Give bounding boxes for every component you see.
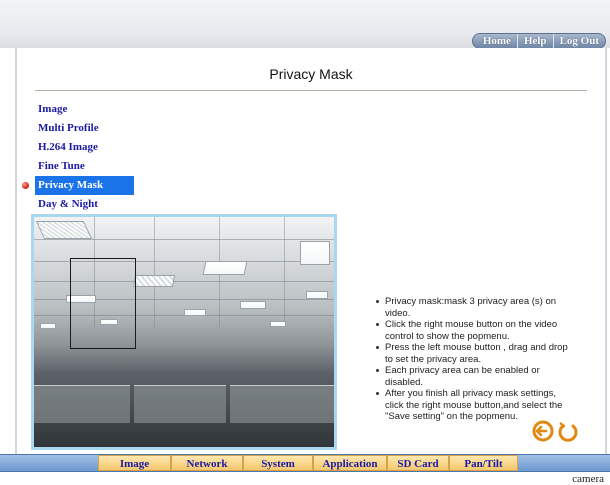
ceiling-grid-line: [34, 239, 334, 240]
active-bullet-icon: [22, 182, 29, 189]
content-frame: Privacy Mask Image Multi Profile H.264 I…: [15, 48, 607, 456]
ceiling-light: [300, 241, 330, 265]
submenu: Image Multi Profile H.264 Image Fine Tun…: [22, 100, 134, 214]
top-links: Home Help Log Out: [471, 33, 606, 49]
privacy-mask-area[interactable]: [70, 258, 136, 349]
instruction-item: Click the right mouse button on the vide…: [375, 319, 575, 342]
office-partition: [230, 385, 334, 423]
tab-network[interactable]: Network: [171, 455, 243, 471]
submenu-item-privacy-mask[interactable]: Privacy Mask: [22, 176, 134, 195]
ceiling-light: [184, 309, 206, 316]
ceiling-light: [270, 321, 286, 327]
home-link[interactable]: Home: [473, 34, 517, 48]
back-arrow-icon[interactable]: [532, 420, 554, 442]
footer: [0, 472, 610, 485]
bottom-nav: Image Network System Application SD Card…: [98, 455, 518, 471]
ceiling-grid-line: [154, 217, 155, 327]
page: Home Help Log Out Privacy Mask Image Mul…: [0, 0, 610, 485]
ceiling-grid-line: [284, 217, 285, 327]
office-partition: [34, 385, 130, 423]
camera-video-feed[interactable]: [34, 217, 334, 447]
submenu-item-label: Privacy Mask: [38, 179, 104, 191]
help-link[interactable]: Help: [516, 34, 553, 48]
title-divider: [35, 90, 587, 91]
office-partition: [134, 385, 226, 423]
ceiling-light: [202, 261, 248, 275]
logout-link[interactable]: Log Out: [552, 34, 605, 48]
instruction-item: Each privacy area can be enabled or disa…: [375, 365, 575, 388]
instruction-item: Press the left mouse button , drag and d…: [375, 342, 575, 365]
instruction-item: After you finish all privacy mask settin…: [375, 388, 575, 423]
submenu-item-day-night[interactable]: Day & Night: [35, 195, 134, 214]
tab-system[interactable]: System: [243, 455, 313, 471]
refresh-icon[interactable]: [557, 420, 579, 442]
page-title: Privacy Mask: [269, 66, 353, 82]
camera-label: camera: [572, 473, 604, 485]
tab-pan-tilt[interactable]: Pan/Tilt: [449, 455, 518, 471]
tab-image[interactable]: Image: [98, 455, 171, 471]
ceiling-light: [240, 301, 266, 309]
tab-sd-card[interactable]: SD Card: [387, 455, 449, 471]
instruction-item: Privacy mask:mask 3 privacy area (s) on …: [375, 296, 575, 319]
video-control[interactable]: [31, 214, 337, 450]
ceiling-light: [35, 221, 93, 239]
instructions-list: Privacy mask:mask 3 privacy area (s) on …: [375, 296, 575, 423]
submenu-item-h264-image[interactable]: H.264 Image: [35, 138, 134, 157]
submenu-item-multi-profile[interactable]: Multi Profile: [35, 119, 134, 138]
ceiling-light: [40, 323, 56, 329]
nav-icons: [532, 420, 579, 442]
submenu-item-image[interactable]: Image: [35, 100, 134, 119]
ceiling-light: [306, 291, 328, 299]
ceiling-light: [132, 275, 176, 287]
tab-application[interactable]: Application: [313, 455, 387, 471]
submenu-item-fine-tune[interactable]: Fine Tune: [35, 157, 134, 176]
